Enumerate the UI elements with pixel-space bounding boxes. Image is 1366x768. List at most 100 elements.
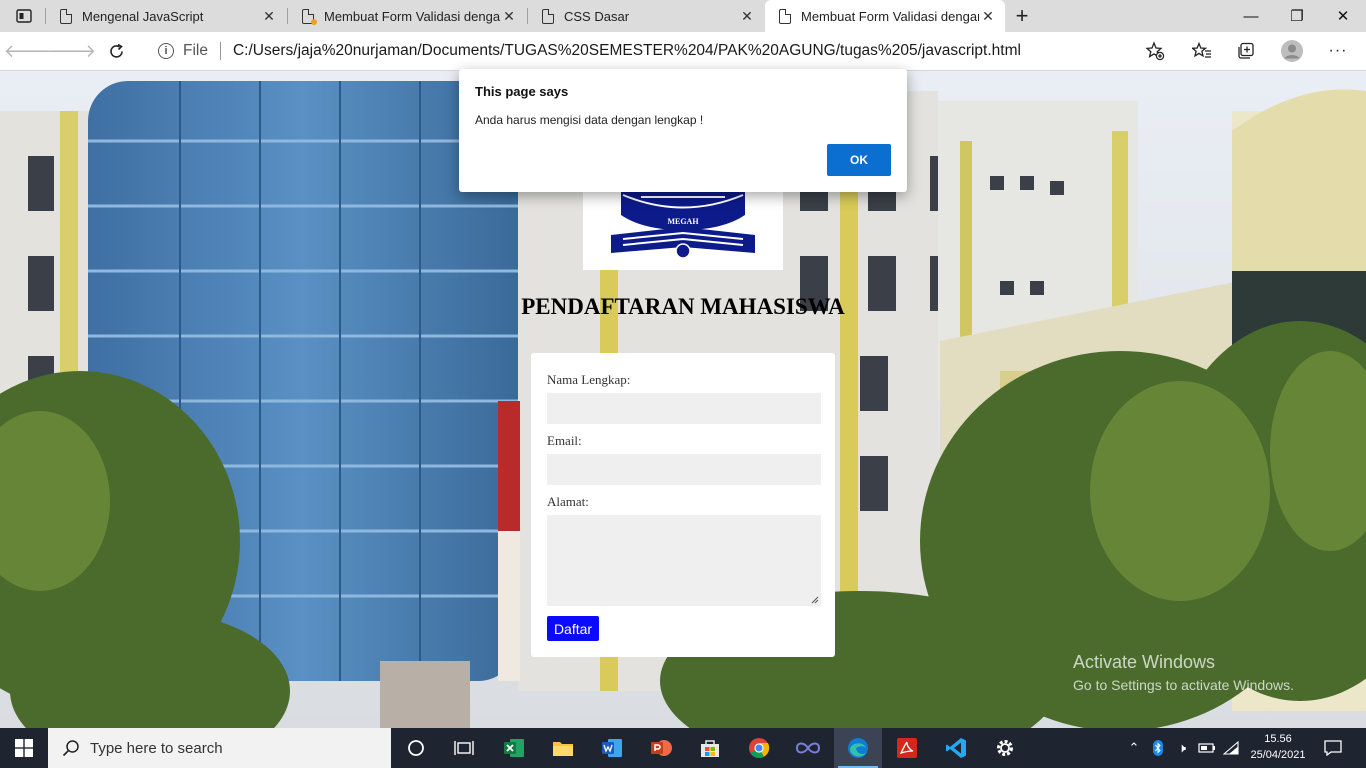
maximize-button[interactable]: ❐ bbox=[1274, 0, 1320, 32]
edge-taskbar-button[interactable] bbox=[834, 728, 882, 768]
activate-windows-watermark: Activate Windows Go to Settings to activ… bbox=[1073, 652, 1294, 693]
browser-tab-strip: Mengenal JavaScript ✕ Membuat Form Valid… bbox=[0, 0, 1366, 32]
bluetooth-tray-button[interactable] bbox=[1148, 728, 1168, 768]
activate-windows-subtitle: Go to Settings to activate Windows. bbox=[1073, 677, 1294, 693]
tab-form-validasi-1[interactable]: Membuat Form Validasi dengan ✕ bbox=[288, 0, 526, 32]
address-label: Alamat: bbox=[547, 494, 589, 509]
notification-icon bbox=[1324, 740, 1342, 756]
powerpoint-taskbar-button[interactable] bbox=[637, 728, 685, 768]
volume-tray-button[interactable]: 🕨 bbox=[1171, 728, 1193, 768]
close-icon[interactable]: ✕ bbox=[260, 8, 278, 25]
clock-date: 25/04/2021 bbox=[1250, 749, 1306, 761]
acrobat-taskbar-button[interactable] bbox=[883, 728, 931, 768]
cortana-icon bbox=[408, 740, 424, 756]
email-input[interactable] bbox=[547, 454, 821, 485]
avatar-icon bbox=[1281, 40, 1303, 62]
bluetooth-icon bbox=[1153, 740, 1163, 756]
profile-button[interactable] bbox=[1275, 34, 1309, 68]
excel-icon bbox=[504, 739, 524, 757]
arrow-right-icon: 🡒 bbox=[47, 40, 97, 61]
battery-icon bbox=[1198, 743, 1215, 753]
registration-form: Nama Lengkap: Email: Alamat: Daftar bbox=[531, 353, 835, 657]
edge-icon bbox=[848, 738, 868, 758]
address-textarea[interactable] bbox=[547, 515, 821, 606]
notification-center-button[interactable] bbox=[1318, 728, 1348, 768]
tab-actions-icon bbox=[16, 9, 32, 23]
taskbar-search-box[interactable]: Type here to search bbox=[48, 728, 391, 768]
tab-css-dasar[interactable]: CSS Dasar ✕ bbox=[528, 0, 764, 32]
cortana-button[interactable] bbox=[392, 728, 440, 768]
battery-tray-button[interactable] bbox=[1196, 728, 1218, 768]
chevron-up-icon: ⌃ bbox=[1128, 740, 1140, 755]
alert-ok-button[interactable]: OK bbox=[827, 144, 891, 176]
task-view-button[interactable] bbox=[440, 728, 488, 768]
alert-dialog: This page says Anda harus mengisi data d… bbox=[459, 69, 907, 192]
forward-button[interactable]: 🡒 bbox=[48, 34, 96, 68]
refresh-button[interactable] bbox=[99, 34, 133, 68]
url-scheme-label: File bbox=[183, 42, 208, 59]
alert-message: Anda harus mengisi data dengan lengkap ! bbox=[475, 113, 704, 127]
star-add-icon bbox=[1145, 41, 1165, 61]
alert-title: This page says bbox=[475, 84, 569, 99]
arrow-left-icon: 🡐 bbox=[3, 40, 53, 61]
powerpoint-icon bbox=[651, 740, 672, 756]
name-label: Nama Lengkap: bbox=[547, 372, 631, 387]
start-button[interactable] bbox=[0, 728, 48, 768]
page-title: PENDAFTARAN MAHASISWA bbox=[521, 294, 845, 319]
email-label: Email: bbox=[547, 433, 582, 448]
wifi-icon bbox=[1223, 741, 1239, 755]
search-icon bbox=[62, 740, 79, 757]
settings-more-button[interactable]: ··· bbox=[1321, 34, 1355, 68]
close-window-button[interactable]: ✕ bbox=[1320, 0, 1366, 32]
tab-title: Mengenal JavaScript bbox=[82, 8, 204, 24]
taskbar-clock[interactable]: 15.56 25/04/2021 bbox=[1242, 731, 1314, 763]
speaker-icon: 🕨 bbox=[1177, 740, 1187, 755]
task-view-icon bbox=[454, 741, 474, 755]
notification-dot bbox=[311, 19, 317, 25]
close-icon[interactable]: ✕ bbox=[500, 8, 518, 25]
vscode-icon bbox=[946, 738, 966, 758]
loop-app-taskbar-button[interactable] bbox=[784, 728, 832, 768]
page-icon bbox=[542, 8, 554, 24]
show-hidden-icons-button[interactable]: ⌃ bbox=[1124, 728, 1144, 768]
tab-actions-button[interactable] bbox=[4, 0, 44, 32]
address-bar[interactable]: i File C:/Users/jaja%20nurjaman/Document… bbox=[146, 35, 1174, 67]
favorites-button[interactable] bbox=[1185, 34, 1219, 68]
info-icon[interactable]: i bbox=[158, 43, 174, 59]
collections-button[interactable] bbox=[1229, 34, 1263, 68]
vscode-taskbar-button[interactable] bbox=[932, 728, 980, 768]
activate-windows-title: Activate Windows bbox=[1073, 652, 1216, 672]
windows-taskbar: Type here to search ⌃ 🕨 15.56 25/04/2021 bbox=[0, 728, 1366, 768]
daftar-submit-button[interactable]: Daftar bbox=[547, 616, 599, 641]
back-button[interactable]: 🡐 bbox=[4, 34, 52, 68]
windows-logo-icon bbox=[15, 739, 33, 757]
resize-handle-icon[interactable] bbox=[811, 596, 819, 604]
add-favorite-button[interactable] bbox=[1138, 34, 1172, 68]
close-icon[interactable]: ✕ bbox=[979, 8, 997, 25]
file-explorer-taskbar-button[interactable] bbox=[539, 728, 587, 768]
chrome-taskbar-button[interactable] bbox=[735, 728, 783, 768]
close-icon[interactable]: ✕ bbox=[738, 8, 756, 25]
page-icon bbox=[779, 8, 791, 24]
name-input[interactable] bbox=[547, 393, 821, 424]
browser-toolbar: 🡐 🡒 i File C:/Users/jaja%20nurjaman/Docu… bbox=[0, 32, 1366, 71]
word-taskbar-button[interactable] bbox=[588, 728, 636, 768]
url-text[interactable]: C:/Users/jaja%20nurjaman/Documents/TUGAS… bbox=[233, 42, 1021, 60]
more-icon: ··· bbox=[1328, 42, 1348, 59]
store-taskbar-button[interactable] bbox=[686, 728, 734, 768]
clock-time: 15.56 bbox=[1264, 733, 1292, 745]
excel-taskbar-button[interactable] bbox=[490, 728, 538, 768]
gear-icon bbox=[997, 740, 1013, 756]
new-tab-button[interactable]: + bbox=[1002, 0, 1042, 32]
folder-icon bbox=[553, 742, 573, 756]
pdf-icon bbox=[897, 738, 917, 758]
logo-text: MEGAH bbox=[667, 217, 699, 226]
tab-form-validasi-active[interactable]: Membuat Form Validasi dengan ✕ bbox=[765, 0, 1005, 32]
word-icon bbox=[602, 739, 622, 757]
refresh-icon bbox=[109, 43, 123, 58]
minimize-button[interactable]: — bbox=[1228, 0, 1274, 32]
network-tray-button[interactable] bbox=[1220, 728, 1242, 768]
settings-taskbar-button[interactable] bbox=[981, 728, 1029, 768]
chrome-icon bbox=[749, 738, 770, 759]
tab-mengenal-javascript[interactable]: Mengenal JavaScript ✕ bbox=[46, 0, 286, 32]
